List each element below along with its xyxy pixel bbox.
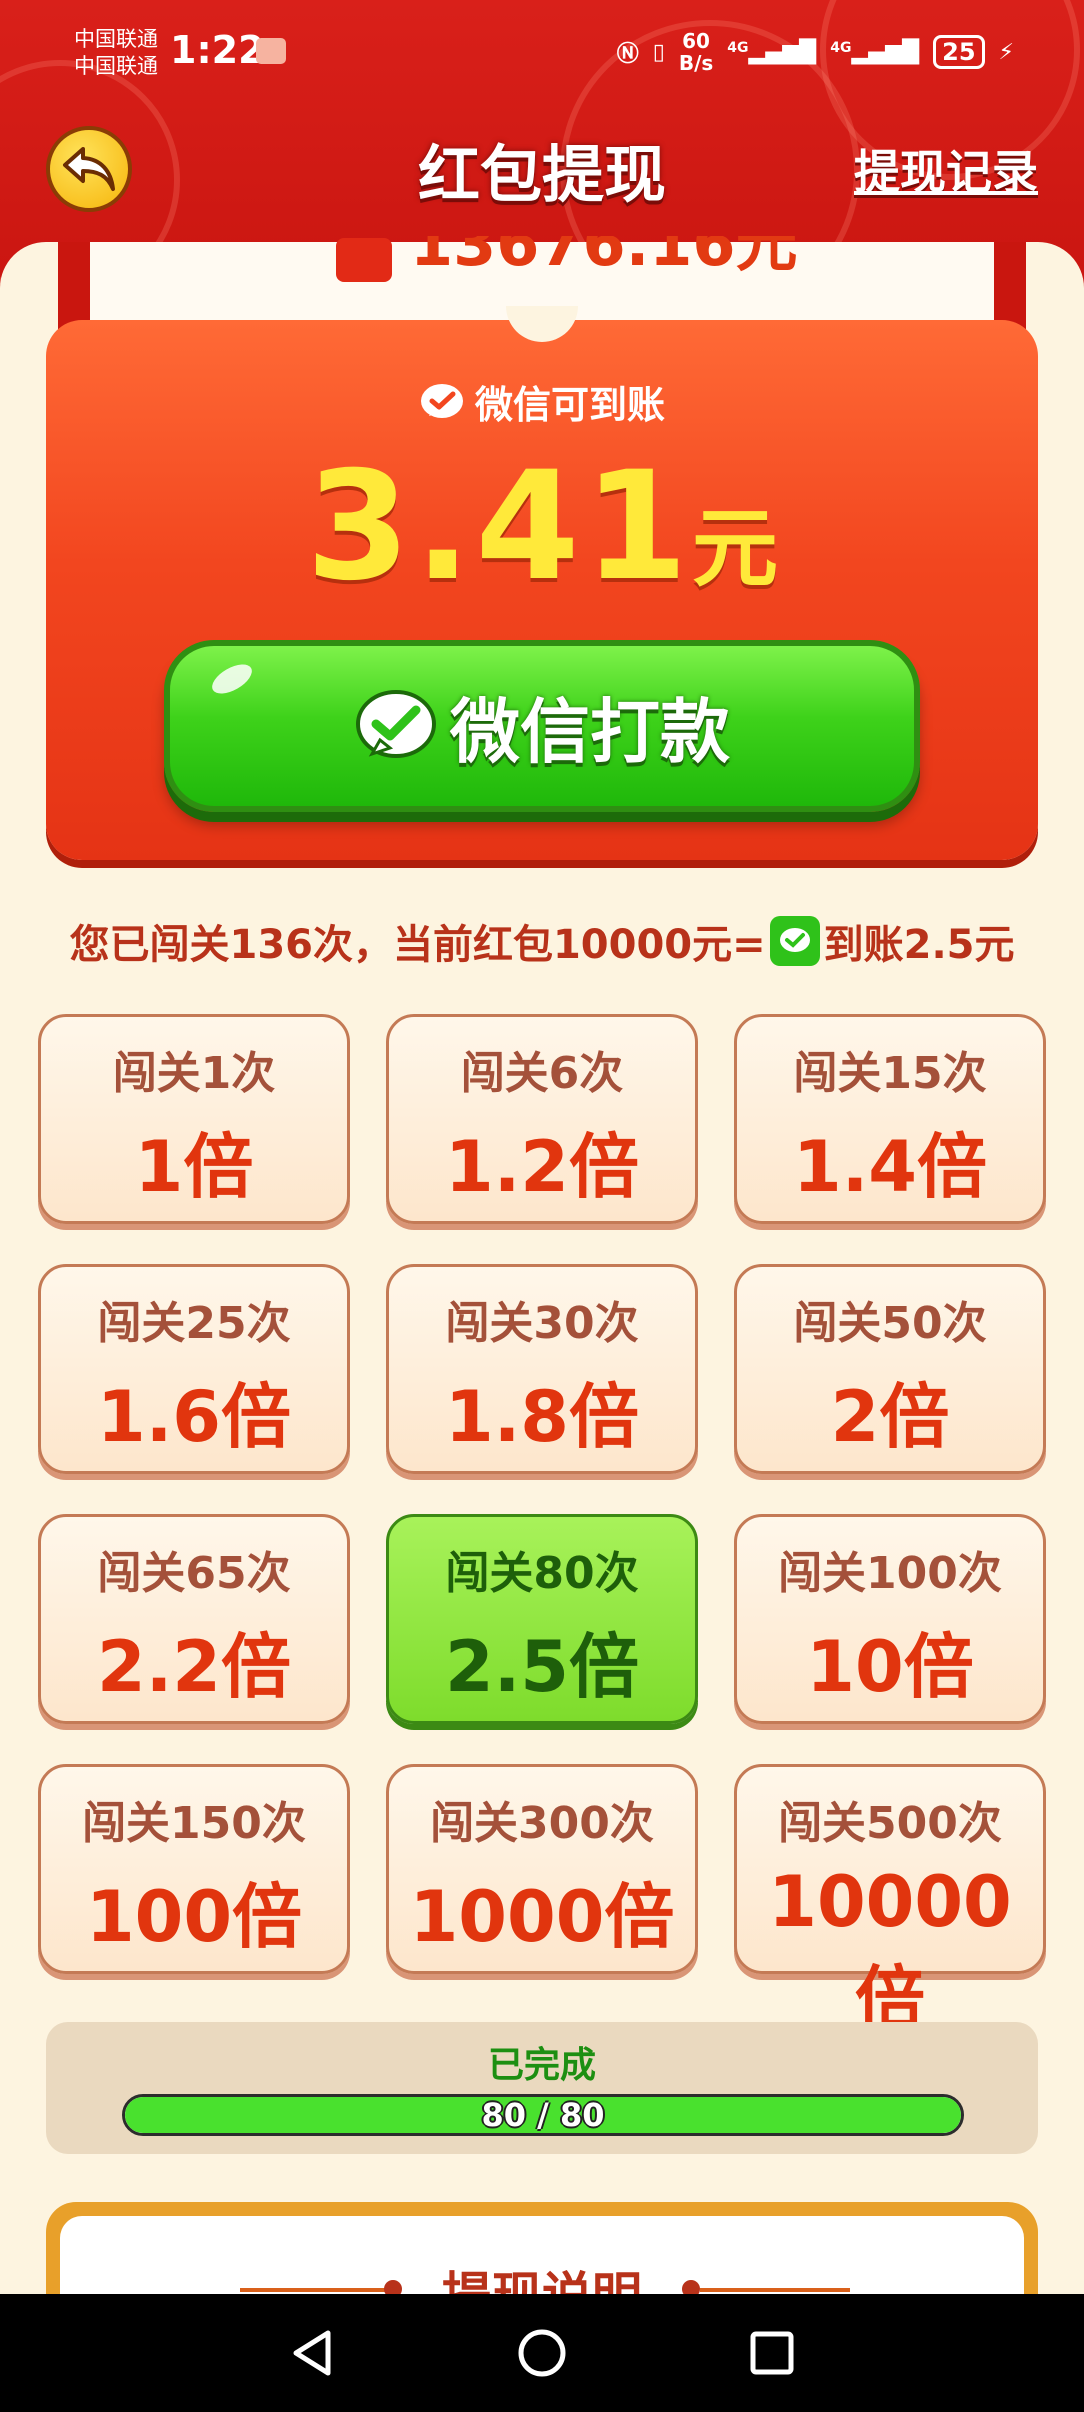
button-shine bbox=[207, 658, 257, 700]
nfc-icon: Ⓝ bbox=[616, 42, 639, 67]
tile-label: 闯关500次 bbox=[778, 1798, 1002, 1849]
net-speed-unit: B/s bbox=[678, 51, 714, 75]
tile-label: 闯关80次 bbox=[445, 1548, 639, 1599]
tile-label: 闯关100次 bbox=[778, 1548, 1002, 1599]
multiplier-tile[interactable]: 闯关25次 1.6倍 bbox=[38, 1264, 350, 1474]
withdraw-record-link[interactable]: 提现记录 bbox=[854, 136, 1038, 202]
balance-text: 13676.16元 bbox=[410, 236, 798, 280]
status-icons: Ⓝ ▯ 60 B/s 4G▂▄▆█ 4G▂▄▆█ 25 ⚡ bbox=[617, 30, 1014, 74]
multiplier-tile[interactable]: 闯关150次 100倍 bbox=[38, 1764, 350, 1974]
square-recent-icon[interactable] bbox=[748, 2329, 796, 2377]
multiplier-tile[interactable]: 闯关100次 10倍 bbox=[734, 1514, 1046, 1724]
multiplier-tile[interactable]: 闯关50次 2倍 bbox=[734, 1264, 1046, 1474]
tile-multiplier: 1000倍 bbox=[409, 1876, 675, 1958]
tile-label: 闯关300次 bbox=[430, 1798, 654, 1849]
tile-label: 闯关65次 bbox=[97, 1548, 291, 1599]
tile-multiplier: 1.6倍 bbox=[96, 1376, 291, 1458]
channel-label-text: 微信可到账 bbox=[474, 383, 665, 427]
progress-title: 已完成 bbox=[487, 2045, 596, 2086]
multiplier-tile-active[interactable]: 闯关80次 2.5倍 bbox=[386, 1514, 698, 1724]
carrier-2: 中国联通 bbox=[74, 54, 158, 78]
progress-bar: 80 / 80 bbox=[122, 2094, 964, 2136]
wechat-channel-label: 微信可到账 bbox=[0, 374, 1084, 429]
tile-label: 闯关6次 bbox=[460, 1048, 624, 1099]
multiplier-tile[interactable]: 闯关1次 1倍 bbox=[38, 1014, 350, 1224]
pay-button-label: 微信打款 bbox=[450, 690, 730, 773]
description-title: 提现说明 bbox=[442, 2267, 642, 2296]
progress-text: 80 / 80 bbox=[481, 2096, 605, 2134]
tile-multiplier: 2.5倍 bbox=[444, 1626, 639, 1708]
tile-label: 闯关30次 bbox=[445, 1298, 639, 1349]
notification-app-icon bbox=[256, 38, 286, 64]
amount-value: 3.41 bbox=[305, 440, 693, 614]
tile-label: 闯关1次 bbox=[112, 1048, 276, 1099]
signal-icon: 4G▂▄▆█ bbox=[727, 39, 817, 65]
amount-unit: 元 bbox=[692, 499, 779, 599]
red-packet-icon bbox=[336, 238, 392, 282]
multiplier-tile[interactable]: 闯关15次 1.4倍 bbox=[734, 1014, 1046, 1224]
clock: 1:22 bbox=[170, 28, 265, 72]
signal-1-label: 4G bbox=[727, 39, 749, 56]
navigation-bar: 红包提现 提现记录 bbox=[0, 120, 1084, 230]
signal-2-label: 4G bbox=[830, 39, 852, 56]
tile-label: 闯关25次 bbox=[97, 1298, 291, 1349]
net-speed-value: 60 bbox=[682, 29, 710, 53]
withdraw-amount: 3.41元 bbox=[0, 440, 1084, 614]
progress-box: 已完成 80 / 80 bbox=[46, 2022, 1038, 2154]
tile-label: 闯关15次 bbox=[793, 1048, 987, 1099]
charging-icon: ⚡ bbox=[998, 39, 1014, 65]
triangle-back-icon[interactable] bbox=[288, 2327, 336, 2379]
tile-multiplier: 2.2倍 bbox=[96, 1626, 291, 1708]
multiplier-tile[interactable]: 闯关65次 2.2倍 bbox=[38, 1514, 350, 1724]
multiplier-tile[interactable]: 闯关30次 1.8倍 bbox=[386, 1264, 698, 1474]
vibrate-icon: ▯ bbox=[652, 39, 665, 65]
tile-multiplier: 2倍 bbox=[830, 1376, 950, 1458]
tile-multiplier: 1倍 bbox=[134, 1126, 254, 1208]
carrier-1: 中国联通 bbox=[74, 27, 158, 51]
system-navigation-bar bbox=[0, 2294, 1084, 2412]
status-bar: 中国联通 中国联通 1:22 Ⓝ ▯ 60 B/s 4G▂▄▆█ 4G▂▄▆█ … bbox=[0, 0, 1084, 110]
wechat-glyph bbox=[779, 928, 810, 952]
tile-multiplier: 1.2倍 bbox=[444, 1126, 639, 1208]
info-suffix: 到账2.5元 bbox=[823, 922, 1015, 968]
net-speed: 60 B/s bbox=[679, 30, 713, 74]
circle-home-icon[interactable] bbox=[516, 2327, 568, 2379]
multiplier-tile[interactable]: 闯关300次 1000倍 bbox=[386, 1764, 698, 1974]
tile-multiplier: 1.4倍 bbox=[792, 1126, 987, 1208]
info-prefix: 您已闯关136次，当前红包10000元= bbox=[69, 922, 766, 968]
multiplier-tile[interactable]: 闯关500次 10000倍 bbox=[734, 1764, 1046, 2040]
signal-icon: 4G▂▄▆█ bbox=[830, 39, 920, 65]
tile-multiplier: 10000倍 bbox=[768, 1861, 1012, 2040]
tile-multiplier: 100倍 bbox=[85, 1876, 303, 1958]
tile-multiplier: 10倍 bbox=[806, 1626, 974, 1708]
wechat-pay-button[interactable]: 微信打款 bbox=[164, 640, 920, 812]
carrier-text: 中国联通 中国联通 bbox=[74, 26, 158, 80]
tile-label: 闯关50次 bbox=[793, 1298, 987, 1349]
tile-label: 闯关150次 bbox=[82, 1798, 306, 1849]
balance-amount: 13676.16元 bbox=[336, 236, 798, 286]
wechat-icon bbox=[356, 690, 436, 758]
wechat-icon bbox=[769, 916, 820, 966]
wechat-icon bbox=[420, 383, 463, 418]
progress-info: 您已闯关136次，当前红包10000元= 到账2.5元 bbox=[0, 912, 1084, 970]
tile-multiplier: 1.8倍 bbox=[444, 1376, 639, 1458]
battery-icon: 25 bbox=[933, 35, 985, 69]
multiplier-tile[interactable]: 闯关6次 1.2倍 bbox=[386, 1014, 698, 1224]
